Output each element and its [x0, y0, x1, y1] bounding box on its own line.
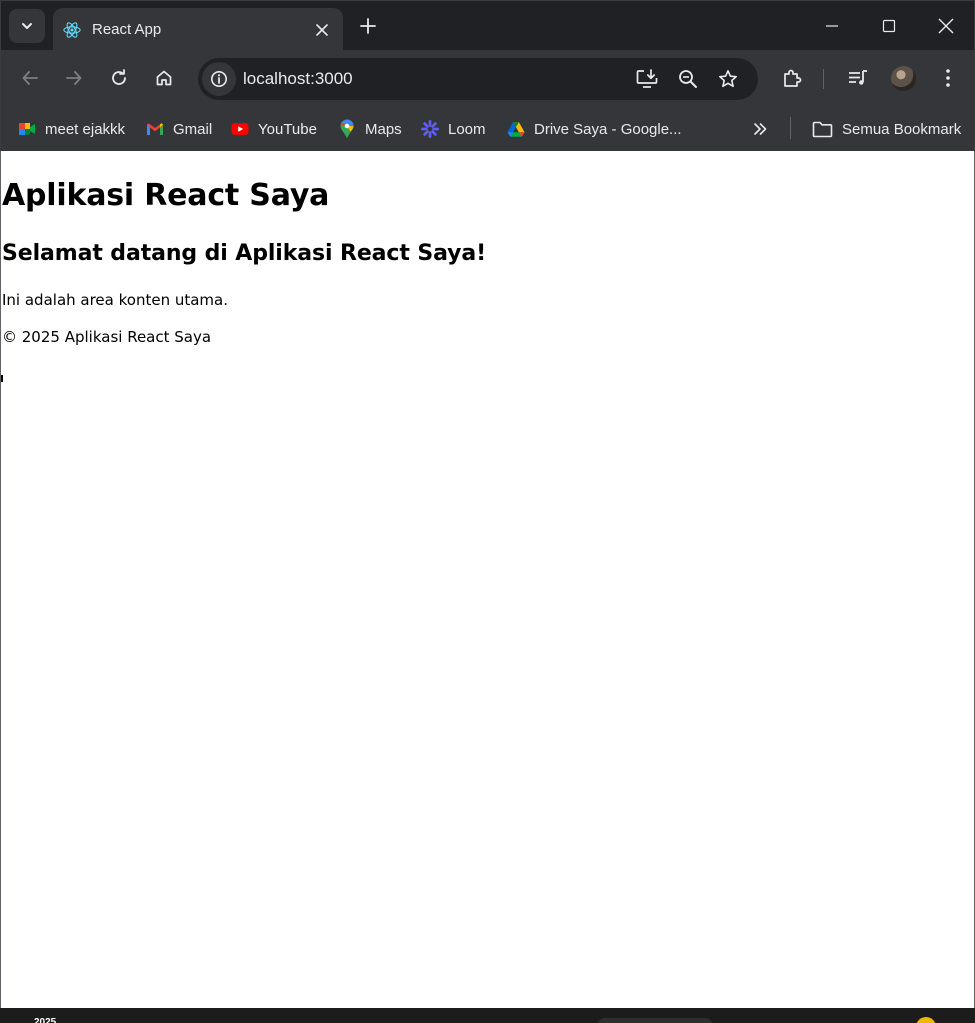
maps-icon — [338, 119, 356, 139]
bookmark-loom[interactable]: Loom — [421, 116, 486, 142]
forward-button[interactable] — [57, 61, 91, 95]
home-icon — [155, 69, 173, 87]
bookmark-label: Semua Bookmark — [842, 120, 962, 138]
bookmark-label: YouTube — [258, 120, 317, 138]
maximize-icon — [882, 19, 896, 33]
home-button[interactable] — [147, 61, 181, 95]
media-queue-button[interactable] — [841, 61, 875, 95]
tab-title: React App — [92, 21, 162, 38]
media-queue-icon — [848, 69, 868, 87]
bookmark-meet[interactable]: meet ejakkk — [18, 116, 125, 142]
folder-icon — [812, 120, 833, 138]
bookmark-label: meet ejakkk — [45, 120, 126, 138]
address-url[interactable]: localhost:3000 — [243, 69, 353, 89]
maximize-button[interactable] — [866, 8, 912, 44]
browser-title-bar: React App — [0, 0, 975, 51]
bookmarks-bar: meet ejakkk Gmail YouTube Maps Loom Driv… — [0, 107, 975, 151]
install-app-button[interactable] — [630, 62, 664, 96]
os-taskbar: 2025 — [0, 1008, 975, 1023]
taskbar-partial-text: 2025 — [34, 1017, 57, 1023]
tab-search-button[interactable] — [9, 9, 45, 43]
address-bar[interactable]: localhost:3000 — [198, 58, 758, 100]
page-viewport: Aplikasi React Saya Selamat datang di Ap… — [0, 151, 975, 1008]
bookmarks-overflow-button[interactable] — [753, 116, 767, 142]
all-bookmarks-button[interactable]: Semua Bookmark — [812, 116, 961, 142]
browser-toolbar: localhost:3000 — [0, 50, 975, 107]
profile-avatar[interactable] — [891, 66, 916, 91]
chevron-double-right-icon — [753, 122, 767, 136]
bookmark-label: Drive Saya - Google... — [534, 120, 682, 138]
star-icon — [718, 69, 738, 89]
google-drive-icon — [507, 120, 525, 138]
close-window-button[interactable] — [923, 8, 969, 44]
extensions-button[interactable] — [775, 61, 809, 95]
google-meet-icon — [18, 120, 36, 138]
minimize-button[interactable] — [809, 8, 855, 44]
chevron-down-icon — [20, 19, 34, 33]
reload-icon — [110, 69, 128, 87]
arrow-left-icon — [21, 69, 39, 87]
zoom-button[interactable] — [671, 62, 705, 96]
loom-icon — [421, 120, 439, 138]
kebab-menu-icon — [945, 68, 951, 88]
react-icon — [63, 21, 81, 39]
footer-text: © 2025 Aplikasi React Saya — [2, 328, 212, 346]
bookmark-maps[interactable]: Maps — [338, 116, 402, 142]
info-icon — [210, 70, 228, 88]
taskbar-search-box[interactable] — [597, 1018, 713, 1023]
puzzle-icon — [782, 68, 802, 88]
main-content-text: Ini adalah area konten utama. — [2, 291, 228, 309]
close-icon[interactable] — [309, 17, 335, 43]
text-cursor-marker — [1, 375, 3, 382]
bookmark-label: Maps — [365, 120, 402, 138]
reload-button[interactable] — [102, 61, 136, 95]
back-button[interactable] — [13, 61, 47, 95]
bookmark-label: Loom — [448, 120, 486, 138]
browser-menu-button[interactable] — [931, 61, 965, 95]
bookmark-star-button[interactable] — [711, 62, 745, 96]
site-info-button[interactable] — [202, 62, 236, 96]
plus-icon — [360, 18, 376, 34]
arrow-right-icon — [65, 69, 83, 87]
tab-react-app[interactable]: React App — [53, 8, 343, 51]
zoom-out-icon — [678, 69, 698, 89]
minimize-icon — [825, 19, 839, 33]
welcome-heading: Selamat datang di Aplikasi React Saya! — [2, 241, 487, 266]
bookmark-label: Gmail — [173, 120, 213, 138]
youtube-icon — [231, 120, 249, 138]
new-tab-button[interactable] — [354, 12, 382, 40]
page-title: Aplikasi React Saya — [2, 178, 330, 213]
bookmark-youtube[interactable]: YouTube — [231, 116, 317, 142]
close-icon — [938, 18, 954, 34]
toolbar-divider — [823, 69, 824, 89]
bookmark-drive[interactable]: Drive Saya - Google... — [507, 116, 682, 142]
install-app-icon — [636, 69, 658, 89]
bookmark-gmail[interactable]: Gmail — [146, 116, 212, 142]
bookmarks-divider — [790, 117, 791, 139]
gmail-icon — [146, 120, 164, 138]
taskbar-weather-icon[interactable] — [916, 1017, 936, 1023]
